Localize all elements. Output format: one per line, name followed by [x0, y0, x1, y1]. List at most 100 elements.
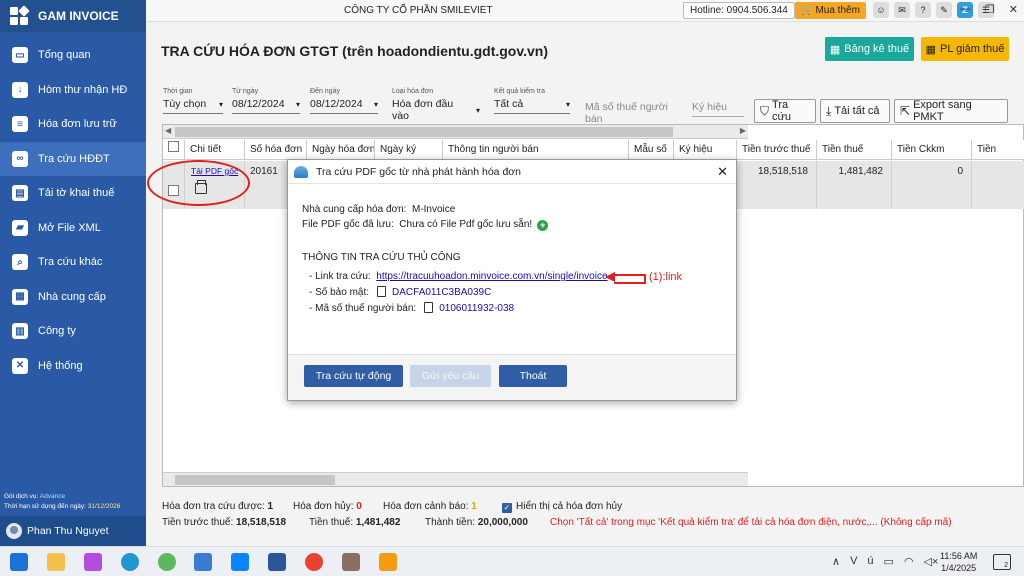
chat-icon[interactable]: ✉	[894, 2, 910, 18]
col-amount[interactable]: Tiền	[972, 140, 1024, 160]
sidebar-item-overview[interactable]: ▭ Tổng quan	[0, 38, 146, 73]
show-cancelled-checkbox[interactable]: ✓ Hiển thị cả hóa đơn hủy	[502, 501, 622, 513]
chevron-up-icon[interactable]: ∧	[832, 555, 840, 568]
notification-center-icon[interactable]: 2	[993, 554, 1011, 570]
provider-value: M-Invoice	[411, 204, 456, 215]
search-button[interactable]: ⛉ Tra cứu	[754, 99, 816, 123]
discount-cell: 0	[892, 161, 972, 209]
time-filter[interactable]: Thời gian Tùy chọn ▾	[163, 88, 223, 114]
select-all-cell[interactable]	[163, 140, 185, 160]
auto-lookup-button[interactable]: Tra cứu tự động	[304, 365, 403, 387]
col-symbol[interactable]: Ký hiệu	[674, 140, 737, 160]
scroll-left-icon[interactable]: ◀	[165, 126, 171, 135]
export-button[interactable]: ⇱ Export sang PMKT	[894, 99, 1008, 123]
total-value: 20,000,000	[477, 517, 528, 528]
col-invoice-date[interactable]: Ngày hóa đơn	[307, 140, 375, 160]
check-result-select[interactable]: Kết quả kiểm tra Tất cả ▾	[494, 88, 570, 114]
col-sign-date[interactable]: Ngày ký	[375, 140, 443, 160]
col-tax[interactable]: Tiền thuế	[817, 140, 892, 160]
tax-reduction-button[interactable]: ▦ PL giảm thuế	[921, 37, 1009, 61]
seller-tax-row: - Mã số thuế người bán: 0106011932-038	[302, 301, 722, 317]
horizontal-scrollbar[interactable]: ◀ ▶	[163, 125, 748, 139]
close-window-icon[interactable]: ✕	[1009, 3, 1018, 16]
sidebar-item-lookup[interactable]: ∞ Tra cứu HĐĐT	[0, 141, 146, 176]
print-icon[interactable]	[195, 180, 207, 194]
taskbar: ∧ V ú ▭ ◠ ◁× 11:56 AM 1/4/2025 2	[0, 546, 1024, 576]
wifi-icon[interactable]: ◠	[904, 555, 914, 568]
download-all-button[interactable]: ⤓ Tải tất cả	[820, 99, 890, 123]
window-controls: — ❐ ✕	[960, 3, 1018, 16]
invoice-type-select[interactable]: Loại hóa đơn Hóa đơn đầu vào ▾	[392, 88, 480, 126]
row-select-cell[interactable]	[163, 161, 185, 209]
from-date-label: Từ ngày	[232, 88, 259, 95]
close-icon[interactable]: ✕	[717, 164, 728, 180]
from-date-field[interactable]: Từ ngày 08/12/2024 ▾	[232, 88, 300, 114]
col-form[interactable]: Mẫu số	[629, 140, 674, 160]
chevron-down-icon: ▾	[218, 99, 223, 109]
exit-button[interactable]: Thoát	[499, 365, 567, 387]
start-icon[interactable]	[10, 553, 28, 571]
network-icon[interactable]: ▭	[884, 555, 894, 568]
tax-report-button[interactable]: ▦ Bảng kê thuế	[825, 37, 914, 61]
copy-icon[interactable]	[424, 302, 434, 313]
col-pre-tax[interactable]: Tiền trước thuế	[737, 140, 817, 160]
to-date-field[interactable]: Đến ngày 08/12/2024 ▾	[310, 88, 378, 114]
dialog-title-bar: Tra cứu PDF gốc từ nhà phát hành hóa đơn	[288, 160, 736, 184]
calendar-icon: ▾	[373, 99, 378, 109]
bottom-scrollbar[interactable]	[163, 472, 748, 486]
buy-more-button[interactable]: 🛒 Mua thêm	[795, 2, 866, 19]
zalo-icon[interactable]	[231, 553, 249, 571]
app-icon[interactable]	[379, 553, 397, 571]
vpn-icon[interactable]: V	[850, 555, 857, 568]
download-icon: ↓	[12, 81, 28, 98]
sidebar-item-other-lookup[interactable]: ⌕ Tra cứu khác	[0, 245, 146, 280]
copilot-icon[interactable]	[84, 553, 102, 571]
minimize-icon[interactable]: —	[960, 3, 971, 16]
file-explorer-icon[interactable]	[47, 553, 65, 571]
tax-report-label: Bảng kê thuế	[844, 43, 910, 55]
edge-icon[interactable]	[121, 553, 139, 571]
sidebar-item-open-xml[interactable]: ▰ Mở File XML	[0, 211, 146, 246]
help-icon[interactable]: ?	[915, 2, 931, 18]
col-invoice-no[interactable]: Số hóa đơn	[245, 140, 307, 160]
scroll-right-icon[interactable]: ▶	[740, 126, 746, 135]
symbol-input[interactable]: Ký hiệu	[692, 101, 744, 117]
dialog-title: Tra cứu PDF gốc từ nhà phát hành hóa đơn	[316, 165, 522, 178]
input-icon[interactable]: ú	[867, 555, 873, 568]
sidebar-item-system[interactable]: ✕ Hệ thống	[0, 349, 146, 384]
summary-note: Chọn 'Tất cả' trong mục 'Kết quả kiểm tr…	[550, 517, 952, 528]
scrollbar-thumb[interactable]	[175, 127, 673, 137]
col-detail[interactable]: Chi tiết	[185, 140, 245, 160]
chevron-down-icon: ▾	[565, 99, 570, 109]
sidebar-item-company[interactable]: ▥ Công ty	[0, 314, 146, 349]
edit-icon[interactable]: ✎	[936, 2, 952, 18]
sidebar-item-tax-declaration[interactable]: ▤ Tải tờ khai thuế	[0, 176, 146, 211]
scrollbar-thumb[interactable]	[175, 475, 335, 485]
gam-invoice-icon[interactable]	[194, 553, 212, 571]
sidebar-footer: Gói dịch vụ: Advance Thời hạn sử dụng đế…	[0, 492, 146, 546]
clock[interactable]: 11:56 AM 1/4/2025	[940, 550, 977, 574]
col-seller-info[interactable]: Thông tin người bán	[443, 140, 629, 160]
invoice-type-label: Loại hóa đơn	[392, 88, 434, 95]
col-discount[interactable]: Tiền Ckkm	[892, 140, 972, 160]
volume-icon[interactable]: ◁×	[924, 555, 939, 568]
sidebar-item-inbox[interactable]: ↓ Hòm thư nhận HĐ	[0, 73, 146, 108]
support-icon[interactable]: ☺	[873, 2, 889, 18]
lookup-link[interactable]: https://tracuuhoadon.minvoice.com.vn/sin…	[376, 271, 607, 282]
chrome-icon[interactable]	[305, 553, 323, 571]
copy-icon[interactable]	[377, 286, 387, 297]
row-checkbox[interactable]	[168, 185, 179, 196]
hotline-button[interactable]: Hotline: 0904.506.344	[683, 2, 795, 19]
sidebar-item-vendor[interactable]: ▦ Nhà cung cấp	[0, 280, 146, 315]
show-cancelled-label: Hiển thị cả hóa đơn hủy	[516, 501, 623, 512]
send-request-button[interactable]: Gửi yêu cầu	[410, 365, 491, 387]
maximize-icon[interactable]: ❐	[985, 3, 995, 16]
paint-icon[interactable]	[342, 553, 360, 571]
add-icon[interactable]: +	[537, 220, 549, 231]
app-icon[interactable]	[158, 553, 176, 571]
download-pdf-link[interactable]: Tải PDF gốc	[191, 166, 238, 176]
select-all-checkbox[interactable]	[168, 141, 179, 152]
user-profile[interactable]: Phan Thu Nguyet	[0, 516, 146, 546]
word-icon[interactable]	[268, 553, 286, 571]
sidebar-item-archive[interactable]: ≡ Hóa đơn lưu trữ	[0, 107, 146, 142]
